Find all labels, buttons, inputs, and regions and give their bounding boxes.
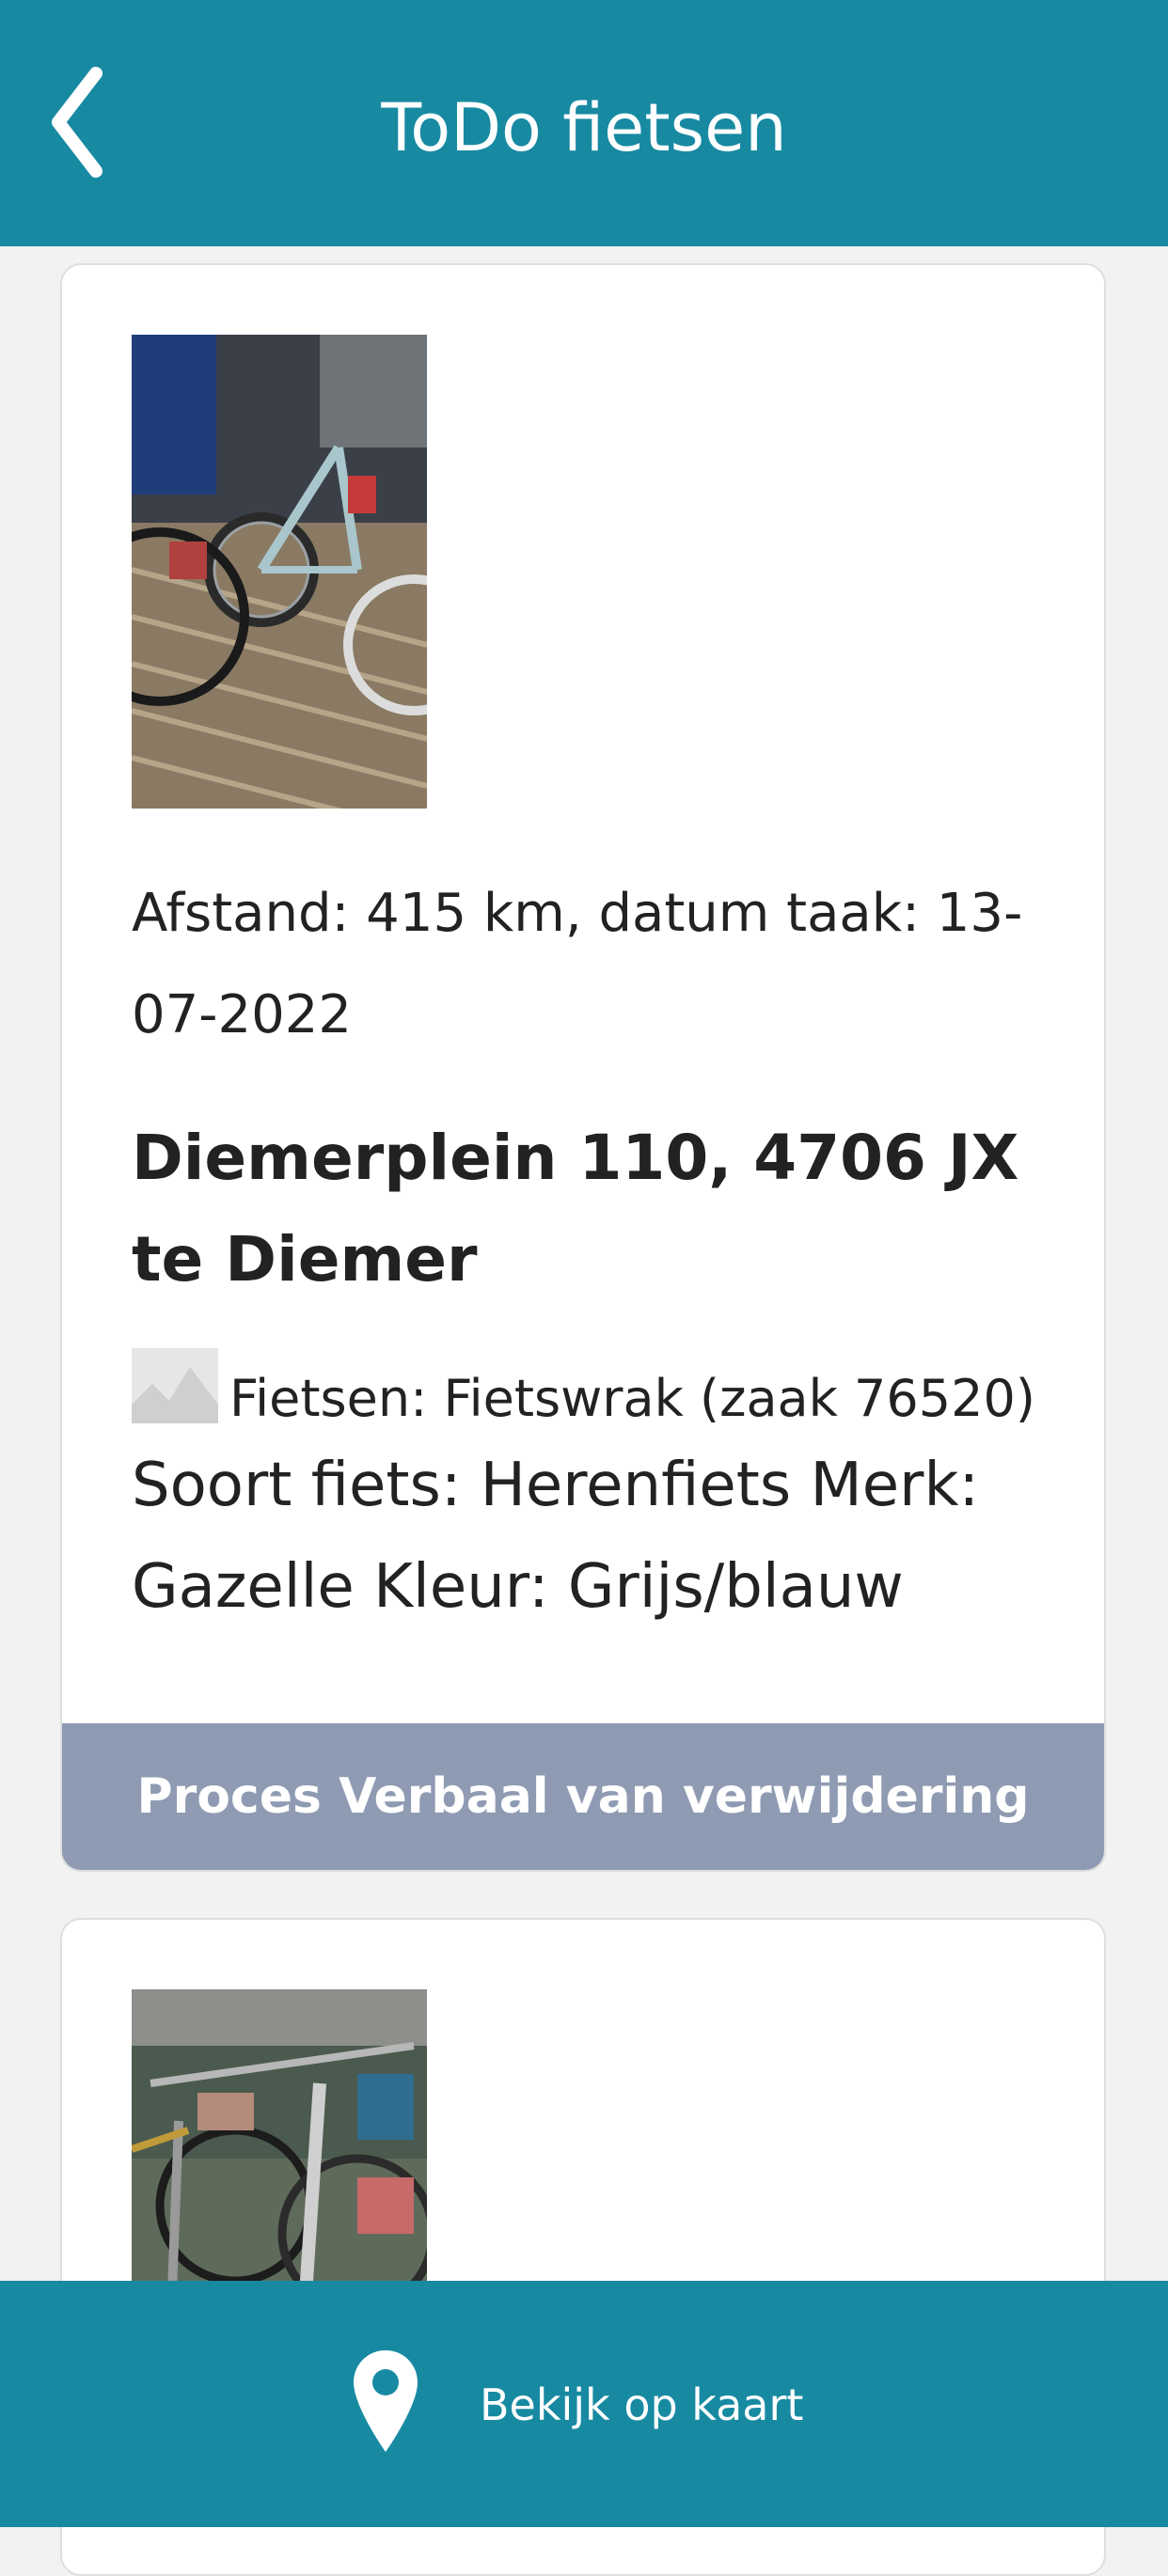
bike-photo[interactable] <box>132 335 427 809</box>
app-header: ToDo fietsen <box>0 0 1168 246</box>
view-on-map-button[interactable]: Bekijk op kaart <box>348 2347 837 2459</box>
bottom-bar: Bekijk op kaart <box>0 2281 1168 2527</box>
address-title: Diemerplein 110, 4706 JX te Diemer <box>132 1122 1019 1296</box>
bike-task-card[interactable]: Afstand: 415 km, datum taak: 13-07-2022 … <box>60 263 1106 1872</box>
report-removal-button[interactable]: Proces Verbaal van verwijdering <box>62 1723 1104 1870</box>
bike-description: Soort fiets: Herenfiets Merk: Gazelle Kl… <box>132 1451 980 1622</box>
image-placeholder-icon <box>132 1348 218 1423</box>
case-line: Fietsen: Fietswrak (zaak 76520) <box>132 1348 1072 1442</box>
case-text: Fietsen: Fietswrak (zaak 76520) <box>229 1369 1035 1428</box>
map-label: Bekijk op kaart <box>480 2380 804 2430</box>
map-pin-icon <box>354 2350 418 2452</box>
distance-date-text: Afstand: 415 km, datum taak: 13-07-2022 <box>132 883 1023 1045</box>
page-title: ToDo fietsen <box>381 89 787 166</box>
